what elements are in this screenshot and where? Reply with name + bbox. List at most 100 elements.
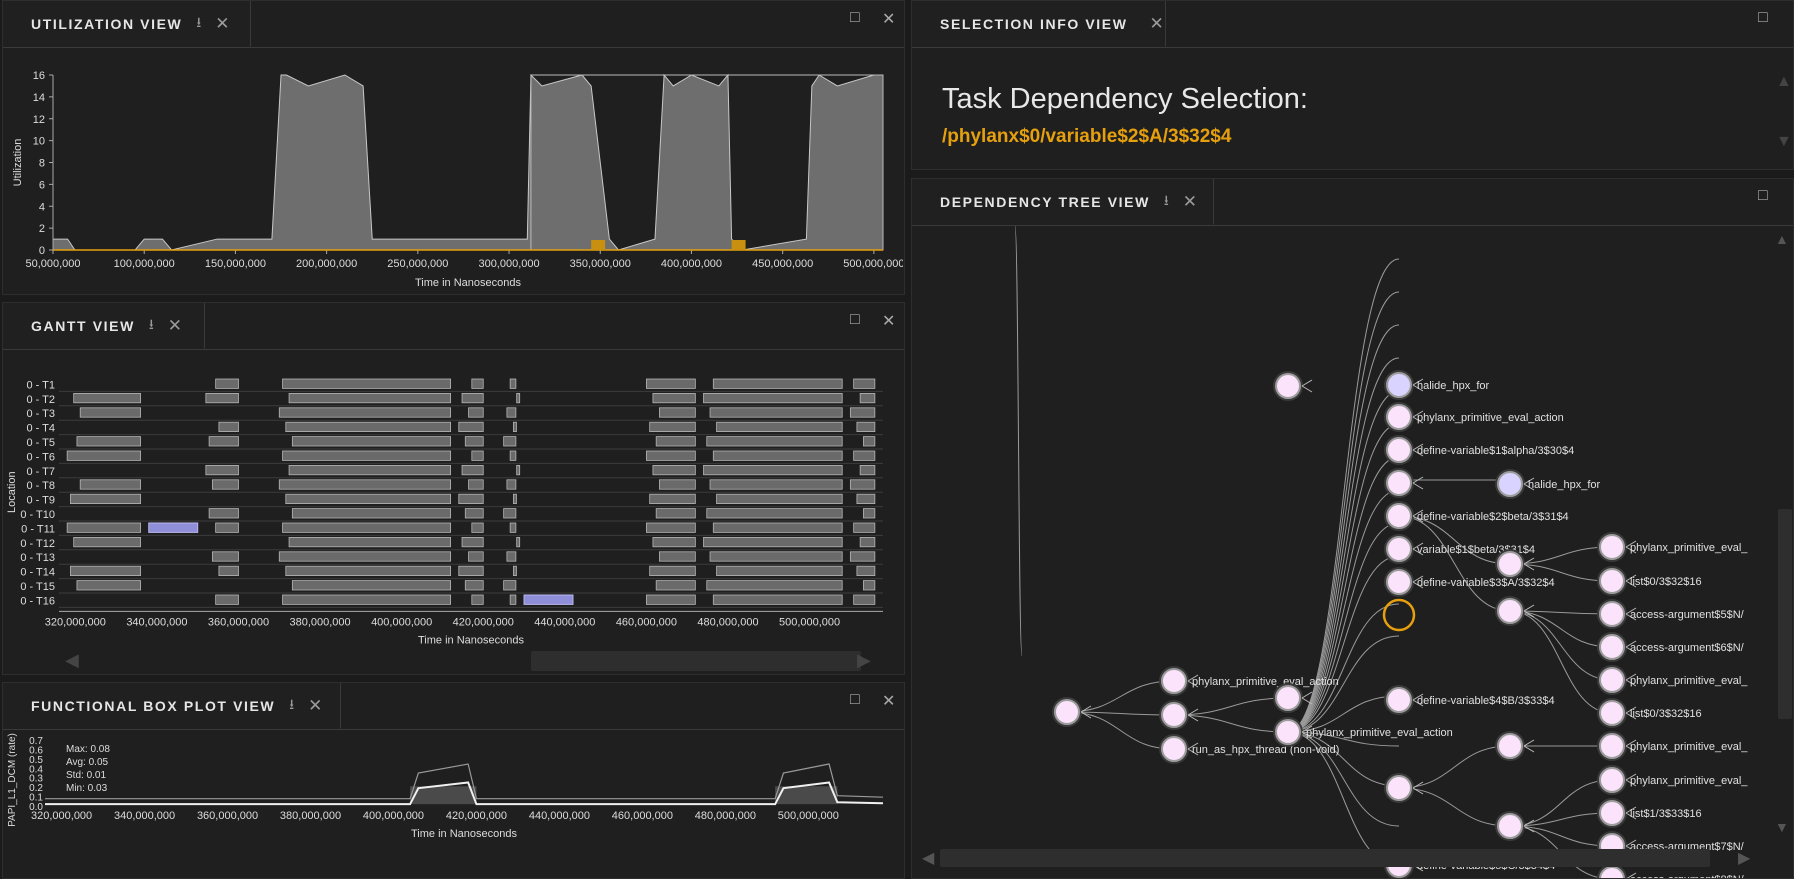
dependency-tree[interactable]: halide_hpx_for phylanx_primitive_eval_act…: [912, 226, 1782, 878]
tree-node: [1386, 569, 1412, 595]
tree-node: [1054, 699, 1080, 725]
task-bar: [76, 580, 141, 591]
close-icon[interactable]: ✕: [168, 316, 182, 336]
task-bar: [859, 536, 876, 548]
utilization-tab[interactable]: UTILIZATION VIEW ⭳ ✕: [3, 1, 251, 47]
task-bar: [849, 407, 876, 418]
close-icon[interactable]: ✕: [215, 14, 229, 34]
tree-vscrollbar[interactable]: [1778, 509, 1792, 719]
tree-panel: DEPENDENCY TREE VIEW ⭳ ✕ □ halide_hpx_fo…: [911, 178, 1794, 879]
row-label: 0 - T2: [26, 394, 55, 406]
tree-node-label: define-variable$3$A/3$32$4: [1417, 577, 1555, 589]
tree-edge: [1287, 324, 1400, 733]
close-icon[interactable]: ✕: [882, 9, 895, 29]
task-bar: [646, 378, 696, 389]
task-bar: [503, 436, 517, 447]
tree-node-label: access-argument$5$N/: [1630, 609, 1745, 621]
scroll-left-icon[interactable]: ◀: [65, 650, 79, 671]
tree-tab[interactable]: DEPENDENCY TREE VIEW ⭳ ✕: [912, 179, 1214, 225]
x-axis-label: Time in Nanoseconds: [415, 277, 521, 289]
gantt-scrollbar[interactable]: [531, 651, 861, 671]
y-tick-label: 16: [33, 70, 45, 82]
x-tick-label: 340,000,000: [114, 810, 175, 822]
tree-node: [1386, 503, 1412, 529]
close-icon[interactable]: ✕: [882, 691, 895, 711]
task-bar: [208, 508, 239, 519]
maximize-icon[interactable]: □: [1758, 187, 1768, 205]
y-tick-label: 12: [33, 114, 45, 126]
row-label: 0 - T11: [21, 523, 55, 535]
close-icon[interactable]: ✕: [308, 696, 322, 716]
download-icon[interactable]: ⭳: [196, 12, 201, 36]
task-bar: [863, 580, 876, 591]
panel-divider: [912, 47, 1793, 48]
x-tick-label: 480,000,000: [697, 616, 758, 628]
scroll-up-icon[interactable]: ▲: [1776, 73, 1792, 91]
tree-node: [1386, 687, 1412, 713]
boxplot-tab[interactable]: FUNCTIONAL BOX PLOT VIEW ⭳ ✕: [3, 683, 341, 729]
utilization-chart[interactable]: 0 2 4 6 8 10 12 14 16 50,000,000 100,000,000 150,00…: [3, 48, 903, 295]
tree-node: [1386, 372, 1412, 398]
task-bar: [859, 393, 876, 404]
scroll-down-icon[interactable]: ▼: [1776, 133, 1792, 151]
x-axis-label: Time in Nanoseconds: [418, 634, 524, 646]
close-icon[interactable]: ✕: [1183, 192, 1197, 212]
stat-label: Min: 0.03: [66, 783, 108, 794]
tree-edge: [1066, 680, 1175, 713]
selection-tab[interactable]: SELECTION INFO VIEW ✕: [912, 1, 1166, 47]
tree-edge: [1398, 787, 1511, 827]
maximize-icon[interactable]: □: [1758, 9, 1768, 27]
scroll-up-icon[interactable]: ▲: [1775, 231, 1789, 247]
download-icon[interactable]: ⭳: [289, 694, 294, 718]
scroll-right-icon[interactable]: ▶: [857, 650, 871, 671]
task-bar: [506, 551, 517, 562]
tree-edge: [1287, 522, 1400, 733]
tree-edge: [1509, 610, 1613, 648]
scroll-left-icon[interactable]: ◀: [922, 848, 934, 868]
task-bar: [79, 407, 141, 418]
x-tick-label: 380,000,000: [289, 616, 350, 628]
x-tick-label: 460,000,000: [612, 810, 673, 822]
task-bar: [849, 551, 876, 562]
task-bar: [652, 393, 696, 404]
gantt-chart[interactable]: 0 - T1 0 - T2 0 - T3 0 - T4 0 - T5 0 - T6 0 - …: [3, 350, 903, 675]
panel-title: FUNCTIONAL BOX PLOT VIEW: [31, 697, 276, 714]
scroll-right-icon[interactable]: ▶: [1738, 848, 1750, 868]
tree-node-label: phylanx_primitive_eval_action: [1417, 412, 1564, 424]
tree-node: [1599, 767, 1625, 793]
gantt-tab[interactable]: GANTT VIEW ⭳ ✕: [3, 303, 205, 349]
y-axis-label: PAPI_L1_DCM (rate): [7, 733, 18, 827]
x-axis-label: Time in Nanoseconds: [411, 828, 517, 840]
tree-node-label: phylanx_primitive_eval_action: [1306, 727, 1453, 739]
maximize-icon[interactable]: □: [850, 691, 860, 709]
selected-task-bar: [148, 522, 199, 533]
task-bar: [288, 465, 452, 476]
close-icon[interactable]: ✕: [882, 311, 895, 331]
task-bar: [285, 493, 452, 504]
selection-panel: SELECTION INFO VIEW ✕ □ Task Dependency …: [911, 0, 1794, 170]
tree-node-label: define-variable$2$beta/3$31$4: [1417, 511, 1569, 523]
task-bar: [285, 421, 452, 432]
row-label: 0 - T15: [20, 581, 55, 593]
tree-node-label: list$1/3$33$16: [1630, 808, 1702, 820]
task-bar: [468, 551, 484, 562]
row-label: 0 - T8: [26, 480, 55, 492]
task-bar: [706, 436, 843, 447]
task-bar: [464, 436, 484, 447]
scroll-down-icon[interactable]: ▼: [1775, 819, 1789, 835]
tree-arrow: [1412, 476, 1424, 490]
boxplot-chart[interactable]: 0.70.60.50.40.30.20.10.0Max: 0.08Avg: 0.…: [3, 730, 903, 879]
task-bar: [66, 450, 141, 461]
tree-node: [1599, 568, 1625, 594]
download-icon[interactable]: ⭳: [1164, 190, 1169, 214]
tree-hscrollbar[interactable]: [940, 849, 1710, 867]
close-icon[interactable]: ✕: [1150, 14, 1164, 34]
tree-node-label: access-argument$6$N/: [1630, 642, 1745, 654]
maximize-icon[interactable]: □: [850, 311, 860, 329]
download-icon[interactable]: ⭳: [149, 314, 154, 338]
row-label: 0 - T10: [20, 509, 55, 521]
task-bar: [506, 407, 517, 418]
x-tick-label: 100,000,000: [114, 258, 175, 270]
row-label: 0 - T1: [26, 379, 55, 391]
maximize-icon[interactable]: □: [850, 9, 860, 27]
